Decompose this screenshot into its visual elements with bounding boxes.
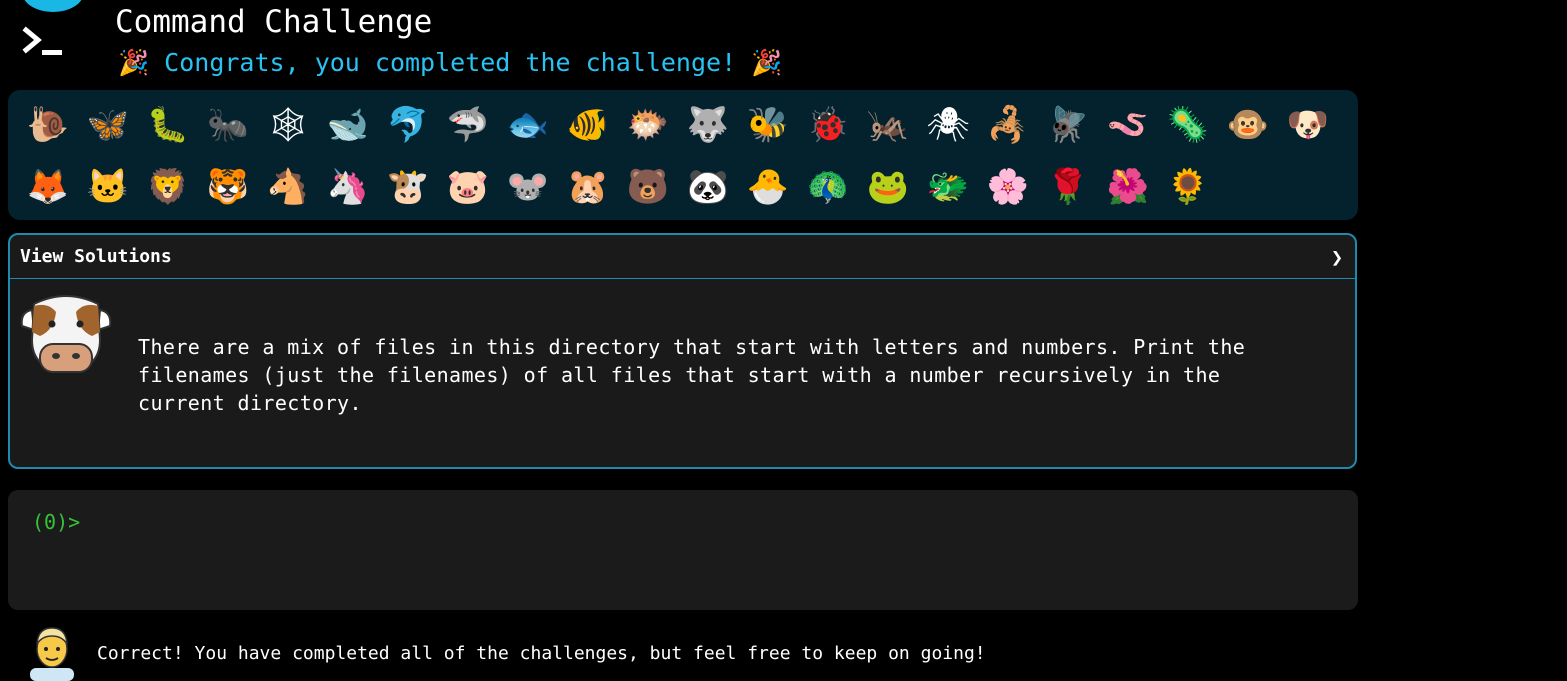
chevron-right-icon[interactable]: ❯ [1331,245,1343,269]
spider-icon: 🕷 [926,105,970,145]
unicorn-icon: 🦄 [326,167,370,207]
view-solutions-label: View Solutions [20,246,172,267]
monkey-face-icon: 🐵 [1226,105,1270,145]
tiger-face-icon: 🐯 [206,167,250,207]
whale-icon: 🐋 [326,105,370,145]
scorpion-icon: 🦂 [986,105,1030,145]
bear-icon: 🐻 [626,167,670,207]
cherry-blossom-icon: 🌸 [986,167,1030,207]
horse-face-icon: 🐴 [266,167,310,207]
terminal-prompt: (0)> [32,510,81,534]
sunflower-icon: 🌻 [1166,167,1210,207]
microbe-icon: 🦠 [1166,105,1210,145]
peacock-icon: 🦚 [806,167,850,207]
dolphin-icon: 🐬 [386,105,430,145]
mouse-face-icon: 🐭 [506,167,550,207]
hatching-chick-icon: 🐣 [746,167,790,207]
cat-face-icon: 🐱 [86,167,130,207]
panda-icon: 🐼 [686,167,730,207]
hibiscus-icon: 🌺 [1106,167,1150,207]
butterfly-icon: 🦋 [86,105,130,145]
terminal-prompt-icon [22,26,62,55]
congrats-message: 🎉 Congrats, you completed the challenge!… [118,48,783,77]
cricket-icon: 🦗 [866,105,910,145]
terminal-input-area[interactable]: (0)> [8,490,1358,610]
ladybug-icon: 🐞 [806,105,850,145]
dog-face-icon: 🐶 [1286,105,1330,145]
fox-icon: 🦊 [26,167,70,207]
worm-icon: 🪱 [1106,105,1150,145]
blowfish-icon: 🐡 [626,105,670,145]
snail-icon: 🐌 [26,105,70,145]
rose-icon: 🌹 [1046,167,1090,207]
page-title: Command Challenge [115,4,433,40]
logo-arc [22,0,84,12]
challenge-description: There are a mix of files in this directo… [138,335,1246,415]
ant-icon: 🐜 [206,105,250,145]
frog-icon: 🐸 [866,167,910,207]
badge-grid: 🐌 🦋 🐛 🐜 🕸 🐋 🐬 🦈 🐟 🐠 🐡 🐺 🐝 🐞 🦗 🕷 🦂 🪰 🪱 🦠 🐵 🐶 🦊 🐱 🦁 🐯 🐴 🦄 🐮 🐷 🐭 🐹 🐻 🐼 🐣 🦚 🐸 🐲 🌸 🌹… [18,94,1338,218]
man-avatar-icon [30,627,74,681]
dragon-face-icon: 🐲 [926,167,970,207]
wolf-icon: 🐺 [686,105,730,145]
cow-face-icon: 🐮 [386,167,430,207]
fish-icon: 🐟 [506,105,550,145]
solutions-panel: View Solutions ❯ There are a mix of file… [8,233,1357,469]
hamster-icon: 🐹 [566,167,610,207]
pig-face-icon: 🐷 [446,167,490,207]
status-message: Correct! You have completed all of the c… [97,643,986,664]
spider-web-icon: 🕸 [266,105,310,145]
lion-icon: 🦁 [146,167,190,207]
tropical-fish-icon: 🐠 [566,105,610,145]
caterpillar-icon: 🐛 [146,105,190,145]
fly-icon: 🪰 [1046,105,1090,145]
cow-face-icon [20,295,112,373]
bee-icon: 🐝 [746,105,790,145]
view-solutions-toggle[interactable]: View Solutions ❯ [10,235,1355,279]
badge-panel: 🐌 🦋 🐛 🐜 🕸 🐋 🐬 🦈 🐟 🐠 🐡 🐺 🐝 🐞 🦗 🕷 🦂 🪰 🪱 🦠 🐵 🐶 🦊 🐱 🦁 🐯 🐴 🦄 🐮 🐷 🐭 🐹 🐻 🐼 🐣 🦚 🐸 🐲 🌸 🌹… [8,90,1358,220]
shark-icon: 🦈 [446,105,490,145]
